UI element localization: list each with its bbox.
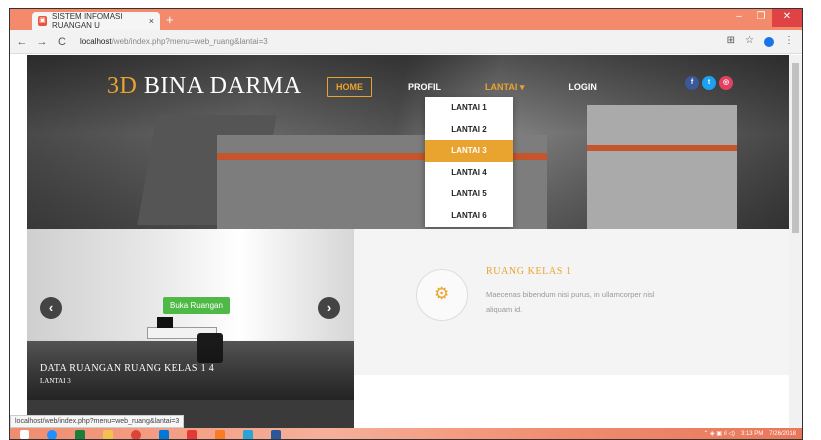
nav-lantai[interactable]: LANTAI ▾	[477, 78, 532, 97]
gear-icon: ⚙	[434, 284, 450, 303]
dropdown-item-lantai-5[interactable]: LANTAI 5	[425, 183, 513, 205]
slider-next-button[interactable]: ›	[318, 297, 340, 319]
slide-caption-subtitle: Lantai 3	[40, 377, 71, 385]
menu-kebab-icon[interactable]: ⋮	[784, 35, 794, 47]
logo-text: BINA DARMA	[137, 73, 302, 99]
scrollbar-thumb[interactable]	[792, 63, 799, 233]
clock-date[interactable]: 7/26/2018	[769, 428, 796, 439]
dropdown-item-lantai-4[interactable]: LANTAI 4	[425, 162, 513, 184]
facebook-icon[interactable]: f	[685, 76, 699, 90]
nav-login[interactable]: LOGIN	[560, 78, 605, 96]
nav-home[interactable]: HOME	[327, 77, 372, 97]
word-icon[interactable]	[262, 428, 290, 439]
bookmark-star-icon[interactable]: ☆	[745, 35, 754, 47]
dropdown-item-lantai-3[interactable]: LANTAI 3	[425, 140, 513, 162]
slide-caption-title: Data Ruangan Ruang Kelas 1 4	[40, 363, 214, 374]
store-icon[interactable]	[66, 428, 94, 439]
windows-icon[interactable]	[150, 428, 178, 439]
chrome-icon[interactable]	[122, 428, 150, 439]
browser-actions: ⊞ ☆ ⋮	[727, 35, 794, 47]
url-host: localhost	[80, 37, 112, 46]
page-scrollbar[interactable]	[789, 55, 802, 428]
new-tab-button[interactable]: +	[166, 12, 174, 27]
slide-shade	[27, 229, 354, 428]
tab-strip: ▣ SISTEM INFOMASI RUANGAN U × + – ❐ ✕	[10, 9, 802, 30]
taskbar-icons	[10, 428, 290, 439]
logo-accent: 3D	[107, 73, 138, 99]
main-nav: HOME PROFIL LANTAI ▾ LOGIN	[327, 77, 633, 97]
open-room-button[interactable]: Buka Ruangan	[163, 297, 230, 314]
lantai-dropdown: LANTAI 1 LANTAI 2 LANTAI 3 LANTAI 4 LANT…	[425, 97, 513, 227]
start-button[interactable]	[10, 428, 38, 439]
browser-window: ▣ SISTEM INFOMASI RUANGAN U × + – ❐ ✕ ← …	[9, 8, 803, 440]
favicon-icon: ▣	[38, 16, 47, 26]
instagram-icon[interactable]: ◎	[719, 76, 733, 90]
status-bar-url: localhost/web/index.php?menu=web_ruang&l…	[10, 415, 185, 428]
room-slider: ‹ Buka Ruangan › Data Ruangan Ruang Kela…	[27, 229, 354, 428]
translate-icon[interactable]: ⊞	[727, 35, 735, 47]
windows-taskbar: ⌃ ◈ ▣ ıl ◁) 3:13 PM 7/26/2018	[10, 428, 802, 439]
hero-banner: 3D BINA DARMA HOME PROFIL LANTAI ▾ LOGIN…	[27, 55, 789, 229]
close-window-icon[interactable]: ✕	[772, 9, 802, 27]
tab-title: SISTEM INFOMASI RUANGAN U	[51, 12, 123, 30]
nav-profil[interactable]: PROFIL	[400, 78, 449, 96]
room-description: Maecenas bibendum nisi purus, in ullamco…	[486, 290, 655, 314]
browser-tab[interactable]: ▣ SISTEM INFOMASI RUANGAN U ×	[32, 12, 160, 30]
system-tray: ⌃ ◈ ▣ ıl ◁) 3:13 PM 7/26/2018	[703, 428, 796, 439]
profile-avatar[interactable]	[764, 37, 774, 47]
reload-icon[interactable]: C	[54, 36, 70, 48]
twitter-icon[interactable]: t	[702, 76, 716, 90]
ie-icon[interactable]	[38, 428, 66, 439]
folder-icon[interactable]	[94, 428, 122, 439]
minimize-icon[interactable]: –	[728, 9, 750, 27]
back-icon[interactable]: ←	[14, 36, 30, 48]
xampp-icon[interactable]	[206, 428, 234, 439]
social-links: f t ◎	[685, 76, 733, 90]
room-icon-circle: ⚙	[416, 269, 468, 321]
forward-icon[interactable]: →	[34, 36, 50, 48]
window-controls: – ❐ ✕	[728, 9, 802, 27]
web-page: 3D BINA DARMA HOME PROFIL LANTAI ▾ LOGIN…	[27, 55, 789, 428]
dropdown-item-lantai-1[interactable]: LANTAI 1	[425, 97, 513, 119]
room-info-panel: ⚙ RUANG KELAS 1 Maecenas bibendum nisi p…	[354, 229, 789, 375]
dropdown-item-lantai-2[interactable]: LANTAI 2	[425, 119, 513, 141]
tray-icons[interactable]: ⌃ ◈ ▣ ıl ◁)	[703, 428, 735, 439]
building-shape	[587, 105, 737, 229]
dropdown-item-lantai-6[interactable]: LANTAI 6	[425, 205, 513, 227]
maximize-icon[interactable]: ❐	[750, 9, 772, 27]
tab-close-icon[interactable]: ×	[149, 16, 154, 26]
url-path: /web/index.php?menu=web_ruang&lantai=3	[111, 37, 268, 46]
slider-prev-button[interactable]: ‹	[40, 297, 62, 319]
address-bar: ← → C ⓘlocalhost/web/index.php?menu=web_…	[10, 30, 802, 350]
site-logo[interactable]: 3D BINA DARMA	[107, 73, 302, 100]
app-icon[interactable]	[234, 428, 262, 439]
room-title: RUANG KELAS 1	[486, 266, 572, 277]
url-field[interactable]: ⓘlocalhost/web/index.php?menu=web_ruang&…	[80, 37, 772, 350]
content-spacer	[354, 375, 789, 428]
app-icon[interactable]	[178, 428, 206, 439]
clock-time[interactable]: 3:13 PM	[741, 428, 763, 439]
